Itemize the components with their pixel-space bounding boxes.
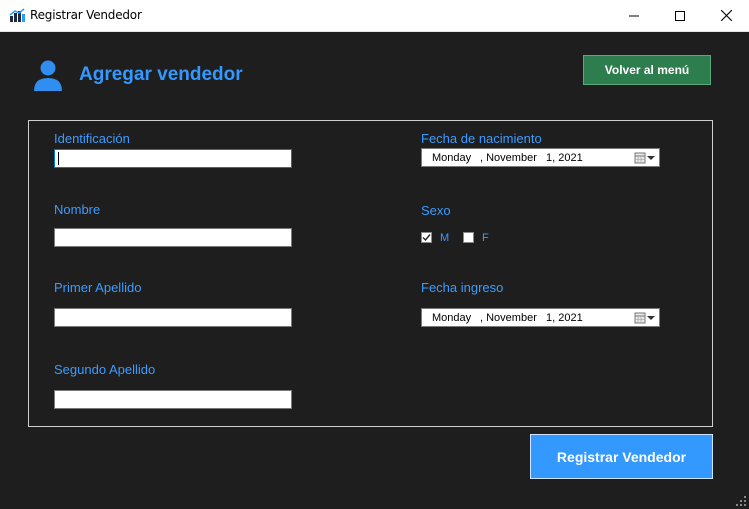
fecha-nacimiento-picker[interactable]: Monday , November 1, 2021 xyxy=(421,148,660,167)
fecha-nacimiento-label: Fecha de nacimiento xyxy=(421,131,542,146)
title-bar[interactable]: Registrar Vendedor xyxy=(0,0,749,32)
primer-apellido-input[interactable] xyxy=(54,308,292,327)
close-button[interactable] xyxy=(703,0,749,31)
identificacion-label: Identificación xyxy=(54,131,130,146)
maximize-icon xyxy=(675,10,685,21)
segundo-apellido-input[interactable] xyxy=(54,390,292,409)
date-day: Monday xyxy=(432,152,472,164)
bar-chart-icon xyxy=(9,8,25,22)
fecha-ingreso-picker[interactable]: Monday , November 1, 2021 xyxy=(421,308,660,327)
segundo-apellido-label: Segundo Apellido xyxy=(54,362,156,377)
sexo-m-label: M xyxy=(440,232,450,244)
fecha-ingreso-label: Fecha ingreso xyxy=(421,280,504,295)
date-month: , November xyxy=(480,152,537,164)
nombre-input[interactable] xyxy=(54,228,292,247)
primer-apellido-label: Primer Apellido xyxy=(54,280,142,295)
date-day: Monday xyxy=(432,312,472,324)
maximize-button[interactable] xyxy=(657,0,703,31)
minimize-icon xyxy=(629,15,639,16)
back-to-menu-button[interactable]: Volver al menú xyxy=(583,55,711,85)
calendar-dropdown-icon[interactable] xyxy=(634,151,656,165)
register-seller-button[interactable]: Registrar Vendedor xyxy=(530,434,713,479)
date-value: 1, 2021 xyxy=(546,152,583,164)
checkmark-icon xyxy=(422,234,431,242)
nombre-label: Nombre xyxy=(54,202,101,217)
app-window: Registrar Vendedor Agregar vendedor Volv… xyxy=(0,0,749,509)
window-title: Registrar Vendedor xyxy=(30,8,142,22)
identificacion-input[interactable] xyxy=(54,149,292,168)
close-icon xyxy=(720,10,732,21)
sexo-label: Sexo xyxy=(421,203,451,218)
resize-grip-icon[interactable] xyxy=(735,495,747,507)
sexo-f-checkbox[interactable] xyxy=(463,232,474,243)
date-month: , November xyxy=(480,312,537,324)
sexo-f-label: F xyxy=(482,232,489,244)
calendar-dropdown-icon[interactable] xyxy=(634,311,656,325)
date-value: 1, 2021 xyxy=(546,312,583,324)
sexo-m-checkbox[interactable] xyxy=(421,232,432,243)
minimize-button[interactable] xyxy=(611,0,657,31)
text-caret xyxy=(58,152,59,165)
user-icon xyxy=(34,60,62,91)
page-title: Agregar vendedor xyxy=(79,64,243,85)
